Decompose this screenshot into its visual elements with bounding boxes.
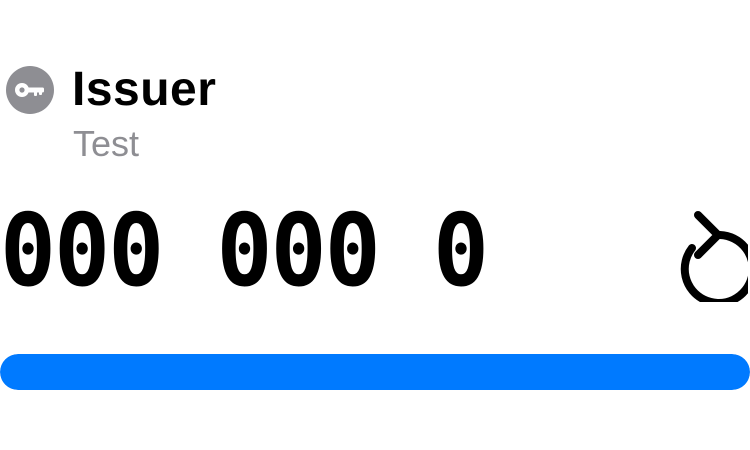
token-card: Issuer Test 000 000 0 — [0, 0, 750, 450]
countdown-progress — [0, 354, 750, 390]
account-name: Test — [73, 123, 140, 164]
issuer-avatar — [6, 66, 54, 114]
refresh-icon — [680, 211, 748, 302]
key-icon — [15, 83, 44, 97]
refresh-button[interactable] — [662, 202, 748, 302]
issuer-name: Issuer — [72, 63, 217, 116]
otp-code[interactable]: 000 000 0 — [0, 196, 489, 306]
countdown-progress-fill — [0, 354, 750, 390]
